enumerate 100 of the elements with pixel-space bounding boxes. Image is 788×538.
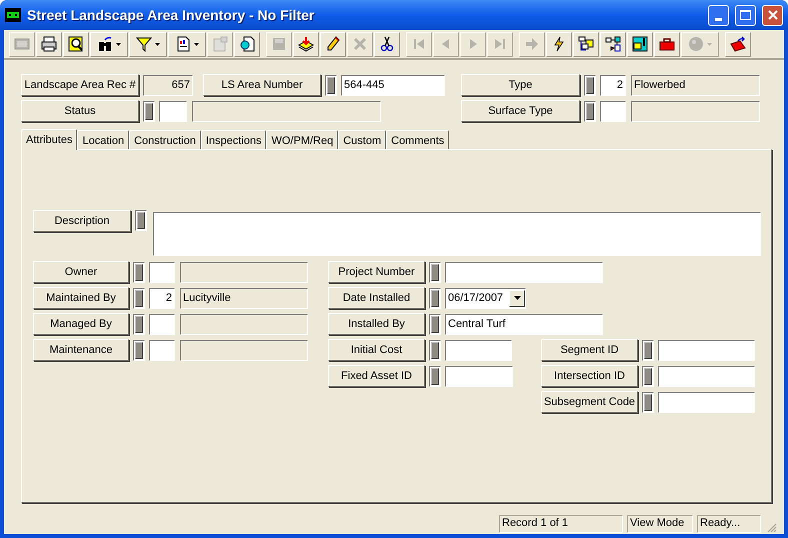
indicator-icon <box>642 366 654 386</box>
input-field[interactable] <box>445 340 512 360</box>
close-button[interactable] <box>762 4 783 26</box>
indicator-icon <box>642 392 654 412</box>
field-label-button[interactable]: Managed By <box>33 313 129 335</box>
field-label-button[interactable]: Landscape Area Rec # <box>21 74 139 96</box>
indicator-icon <box>429 366 441 386</box>
dropdown-button[interactable] <box>509 290 525 306</box>
tab[interactable]: Comments <box>386 130 450 149</box>
toolbar-button[interactable] <box>63 32 89 56</box>
input-field[interactable]: 564-445 <box>341 74 445 96</box>
field-label-button[interactable]: Maintenance <box>33 339 129 361</box>
field-label-button[interactable]: Fixed Asset ID <box>328 365 425 387</box>
tab[interactable]: Construction <box>129 130 201 149</box>
readonly-field: Lucityville <box>180 288 308 308</box>
toolbar-button[interactable] <box>129 32 167 56</box>
indicator-icon <box>429 314 441 334</box>
last-icon <box>492 36 508 52</box>
tab[interactable]: Attributes <box>21 129 78 150</box>
input-field[interactable] <box>445 262 603 282</box>
caret-icon <box>194 42 199 46</box>
field-label-button[interactable]: Type <box>461 74 580 96</box>
indicator-icon <box>429 288 441 308</box>
toolbar-button[interactable] <box>654 32 680 56</box>
status-panel: View Mode <box>627 514 693 532</box>
date-field[interactable]: 06/17/2007 <box>445 288 526 308</box>
input-field[interactable] <box>445 366 513 386</box>
first-icon <box>411 36 427 52</box>
arrow-right-icon <box>524 36 540 52</box>
readonly-field: 657 <box>143 74 193 96</box>
input-field[interactable] <box>658 340 755 360</box>
toolbar-button[interactable] <box>546 32 572 56</box>
field-label-button[interactable]: LS Area Number <box>203 74 321 96</box>
field-label-button[interactable]: Project Number <box>328 261 425 283</box>
indicator-icon <box>135 210 147 231</box>
tab[interactable]: Custom <box>338 130 386 149</box>
indicator-icon <box>642 340 654 360</box>
input-field[interactable] <box>658 366 755 386</box>
readonly-field: Flowerbed <box>631 74 760 96</box>
minimize-button[interactable] <box>708 4 729 26</box>
toolbar-button[interactable] <box>600 32 626 56</box>
code-field[interactable] <box>149 262 175 282</box>
field-label-button[interactable]: Subsegment Code <box>541 391 638 413</box>
indicator-icon <box>133 314 145 334</box>
pencil-icon <box>325 36 341 52</box>
toolbar-button[interactable] <box>573 32 599 56</box>
toolbar-button[interactable] <box>293 32 319 56</box>
code-field[interactable]: 2 <box>149 288 175 308</box>
binoculars-icon <box>97 36 113 52</box>
code-field[interactable]: 2 <box>600 74 626 96</box>
toolbar-button[interactable] <box>320 32 346 56</box>
resize-grip-icon <box>765 521 777 533</box>
code-field[interactable] <box>149 340 175 360</box>
indicator-icon <box>584 74 596 96</box>
field-label-button[interactable]: Date Installed <box>328 287 425 309</box>
input-field[interactable] <box>658 392 755 412</box>
chart-document-icon <box>175 36 191 52</box>
toolbar-button[interactable] <box>168 32 206 56</box>
indicator-icon <box>325 74 337 96</box>
minimize-icon <box>715 18 722 20</box>
toolbar-button[interactable] <box>627 32 653 56</box>
field-label-button[interactable]: Installed By <box>328 313 425 335</box>
indicator-icon <box>584 100 596 122</box>
field-label-button[interactable]: Description <box>33 210 131 232</box>
code-field[interactable] <box>600 100 626 122</box>
field-label-button[interactable]: Surface Type <box>461 100 580 122</box>
app-icon <box>5 7 21 23</box>
indicator-icon <box>143 100 155 122</box>
document-icon <box>212 36 228 52</box>
export-icon <box>730 36 746 52</box>
magnifier-document-icon <box>68 36 84 52</box>
field-label-button[interactable]: Initial Cost <box>328 339 425 361</box>
tab[interactable]: Location <box>77 130 130 149</box>
toolbar-button[interactable] <box>725 32 751 56</box>
tab[interactable]: WO/PM/Req <box>266 130 338 149</box>
grid-icon <box>14 36 30 52</box>
toolbar-button[interactable] <box>90 32 128 56</box>
globe-icon <box>688 36 704 52</box>
field-label-button[interactable]: Segment ID <box>541 339 638 361</box>
maximize-button[interactable] <box>735 4 756 26</box>
toolbar-button[interactable] <box>234 32 260 56</box>
field-label-button[interactable]: Intersection ID <box>541 365 638 387</box>
indicator-icon <box>133 262 145 282</box>
caret-icon <box>707 42 712 46</box>
code-field[interactable] <box>159 100 187 122</box>
status-panel: Ready... <box>697 514 761 532</box>
toolbar-button[interactable] <box>374 32 400 56</box>
field-label-button[interactable]: Maintained By <box>33 287 129 309</box>
maximize-icon <box>740 10 751 20</box>
input-field[interactable]: Central Turf <box>445 314 603 334</box>
toolbox-icon <box>659 36 675 52</box>
printer-icon <box>41 36 57 52</box>
memo-field[interactable] <box>153 212 761 256</box>
toolbar-button[interactable] <box>36 32 62 56</box>
code-field[interactable] <box>149 314 175 334</box>
caret-icon <box>155 42 160 46</box>
tab[interactable]: Inspections <box>200 130 266 149</box>
flowchart-icon <box>605 36 621 52</box>
field-label-button[interactable]: Status <box>21 100 139 122</box>
field-label-button[interactable]: Owner <box>33 261 129 283</box>
